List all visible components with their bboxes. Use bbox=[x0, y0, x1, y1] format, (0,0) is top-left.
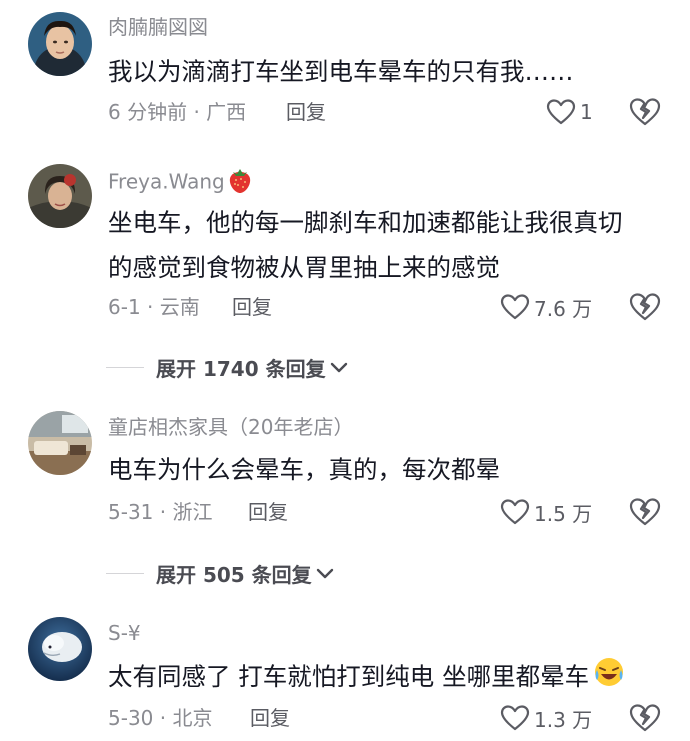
like-count: 1.5 万 bbox=[534, 501, 593, 526]
heart-icon bbox=[500, 705, 530, 731]
divider-line bbox=[106, 366, 144, 368]
comment-text-line: 太有同感了 打车就怕打到纯电 坐哪里都晕车 bbox=[108, 656, 668, 700]
man-portrait-avatar-icon bbox=[28, 12, 92, 76]
comment-meta: 5-31 · 浙江 bbox=[108, 500, 213, 524]
beluga-avatar-icon bbox=[28, 617, 92, 681]
comment-text-line: 我以为滴滴打车坐到电车晕车的只有我…… bbox=[108, 57, 574, 86]
like-count: 1.3 万 bbox=[534, 707, 593, 732]
comment-text-line: 电车为什么会晕车，真的，每次都晕 bbox=[108, 455, 500, 484]
username[interactable]: S-¥ bbox=[108, 620, 141, 646]
avatar[interactable] bbox=[28, 164, 92, 228]
laughing-crying-emoji-icon bbox=[593, 656, 625, 700]
comment-meta: 6 分钟前 · 广西 bbox=[108, 100, 247, 124]
reply-button[interactable]: 回复 bbox=[286, 98, 326, 126]
avatar[interactable] bbox=[28, 12, 92, 76]
comment-meta: 6-1 · 云南 bbox=[108, 295, 200, 319]
broken-heart-icon bbox=[629, 498, 661, 526]
comment-text: 电车为什么会晕车，真的，每次都晕 bbox=[108, 450, 668, 490]
chevron-down-icon bbox=[316, 568, 333, 579]
strawberry-icon bbox=[227, 166, 253, 200]
broken-heart-icon bbox=[629, 293, 661, 321]
woman-portrait-avatar-icon bbox=[28, 164, 92, 228]
heart-icon bbox=[500, 294, 530, 320]
expand-replies-button[interactable]: 展开 1740 条回复 bbox=[106, 352, 348, 382]
dislike-button[interactable] bbox=[628, 497, 662, 527]
like-button[interactable]: 7.6 万 bbox=[500, 292, 592, 322]
dislike-button[interactable] bbox=[628, 703, 662, 733]
expand-replies-label: 展开 505 条回复 bbox=[156, 562, 312, 587]
avatar[interactable] bbox=[28, 617, 92, 681]
dislike-button[interactable] bbox=[628, 97, 662, 127]
dislike-button[interactable] bbox=[628, 292, 662, 322]
comment-text-line: 的感觉到食物被从胃里抽上来的感觉 bbox=[108, 253, 500, 282]
heart-icon bbox=[500, 499, 530, 525]
divider-line bbox=[106, 572, 144, 574]
like-count: 1 bbox=[580, 100, 593, 124]
comment-text: 太有同感了 打车就怕打到纯电 坐哪里都晕车 bbox=[108, 656, 668, 700]
reply-button[interactable]: 回复 bbox=[248, 498, 288, 526]
username[interactable]: 肉腩腩図図 bbox=[108, 14, 208, 40]
comment-text: 我以为滴滴打车坐到电车晕车的只有我…… bbox=[108, 52, 668, 92]
expand-replies-button[interactable]: 展开 505 条回复 bbox=[106, 558, 334, 588]
comment-text-span: 太有同感了 打车就怕打到纯电 坐哪里都晕车 bbox=[108, 662, 590, 691]
like-count: 7.6 万 bbox=[534, 296, 593, 321]
username[interactable]: Freya.Wang bbox=[108, 166, 253, 200]
heart-icon bbox=[546, 99, 576, 125]
reply-button[interactable]: 回复 bbox=[250, 704, 290, 732]
living-room-avatar-icon bbox=[28, 411, 92, 475]
broken-heart-icon bbox=[629, 704, 661, 732]
chevron-down-icon bbox=[330, 362, 347, 373]
comment-text-line: 坐电车，他的每一脚刹车和加速都能让我很真切 bbox=[108, 208, 623, 237]
broken-heart-icon bbox=[629, 98, 661, 126]
reply-button[interactable]: 回复 bbox=[232, 293, 272, 321]
username[interactable]: 童店相杰家具（20年老店） bbox=[108, 414, 353, 440]
like-button[interactable]: 1.3 万 bbox=[500, 703, 592, 733]
username-text: Freya.Wang bbox=[108, 169, 225, 194]
like-button[interactable]: 1.5 万 bbox=[500, 497, 592, 527]
expand-replies-label: 展开 1740 条回复 bbox=[156, 356, 326, 381]
avatar[interactable] bbox=[28, 411, 92, 475]
like-button[interactable]: 1 bbox=[546, 97, 593, 127]
comment-meta: 5-30 · 北京 bbox=[108, 706, 213, 730]
comment-text: 坐电车，他的每一脚刹车和加速都能让我很真切 的感觉到食物被从胃里抽上来的感觉 bbox=[108, 200, 668, 290]
